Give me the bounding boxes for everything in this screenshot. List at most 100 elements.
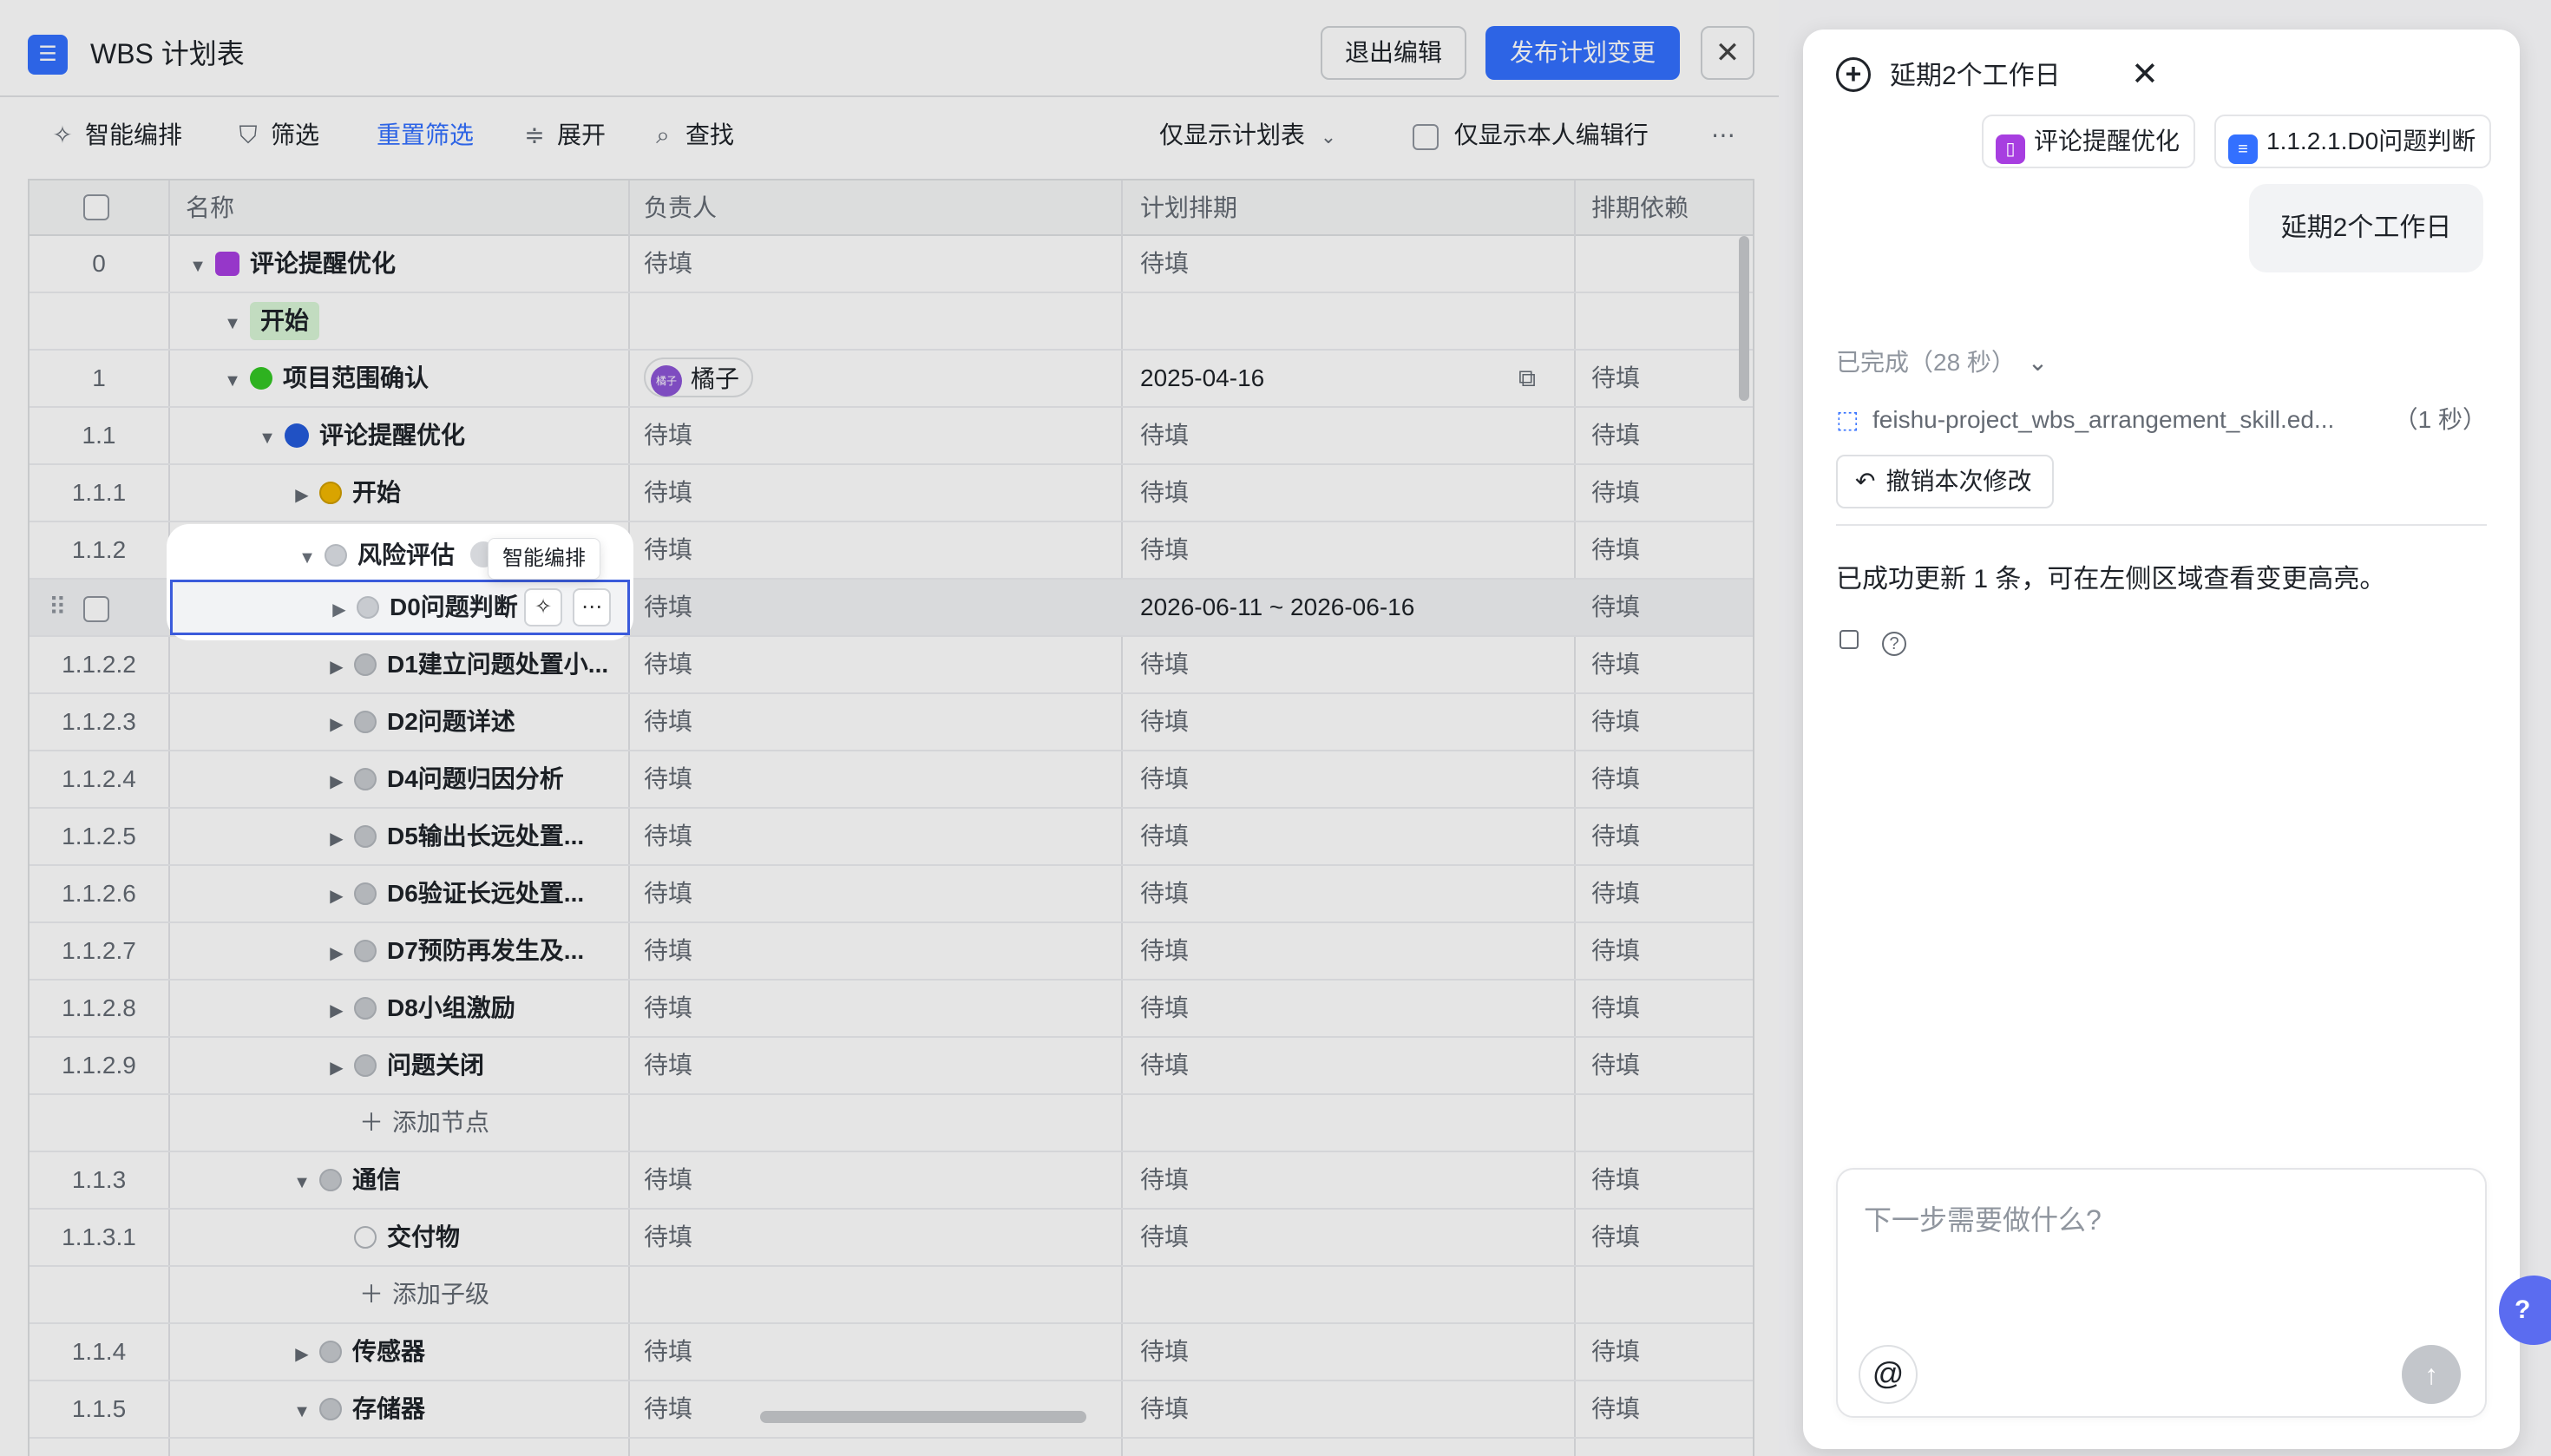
row-owner[interactable]: 待填 [644,637,1112,692]
row-owner[interactable]: 待填 [644,1152,1112,1208]
row-dependency[interactable]: 待填 [1591,809,1748,864]
row-schedule[interactable]: 待填 [1140,1210,1574,1265]
find-button[interactable]: ⌕ 查找 [647,116,734,154]
caret-right-icon[interactable]: ▶ [290,468,314,521]
row-owner[interactable]: 待填 [644,522,1112,578]
row-owner[interactable]: 待填 [644,809,1112,864]
close-icon[interactable]: ✕ [1701,26,1754,80]
more-icon[interactable]: ⋯ [573,588,611,626]
drag-handle-icon[interactable]: ⠿ [49,580,75,635]
row-name[interactable]: ▼ 项目范围确认 [220,351,689,406]
mention-icon[interactable]: @ [1859,1345,1918,1404]
exit-edit-button[interactable]: 退出编辑 [1321,26,1466,80]
table-row[interactable]: 1.1.1 ▶ 开始 待填 待填 待填 [30,465,1753,522]
caret-down-icon[interactable]: ▼ [290,1155,314,1208]
row-schedule[interactable]: 待填 [1140,236,1574,292]
col-owner[interactable]: 负责人 [644,180,717,236]
row-schedule[interactable]: 待填 [1140,923,1574,979]
caret-right-icon[interactable]: ▶ [325,869,349,921]
undo-button[interactable]: ↶ 撤销本次修改 [1836,455,2055,508]
close-icon[interactable]: ✕ [2131,56,2159,94]
row-owner[interactable]: 待填 [644,923,1112,979]
row-dependency[interactable]: 待填 [1591,751,1748,807]
table-row[interactable]: 1.1.2.3 ▶ D2问题详述 待填 待填 待填 [30,694,1753,751]
table-row[interactable]: 1.1.2.9 ▶ 问题关闭 待填 待填 待填 [30,1038,1753,1095]
row-name[interactable]: ▼ 评论提醒优化 [186,236,654,292]
row-dependency[interactable]: 待填 [1591,1324,1748,1380]
status-toggle[interactable]: 已完成（28 秒） ⌄ [1836,345,2048,380]
add-child-button[interactable]: ＋ 添加子级 [359,1267,828,1322]
row-dependency[interactable]: 待填 [1591,1038,1748,1093]
row-dependency[interactable]: 待填 [1591,923,1748,979]
row-dependency[interactable]: 待填 [1591,866,1748,921]
caret-right-icon[interactable]: ▶ [325,983,349,1036]
row-name[interactable]: ▶ D4问题归因分析 [325,751,628,807]
row-checkbox[interactable] [83,580,115,635]
caret-down-icon[interactable]: ▼ [290,1384,314,1437]
row-schedule[interactable]: 待填 [1140,1381,1574,1437]
row-schedule[interactable]: 待填 [1140,751,1574,807]
help-icon[interactable]: ? [1881,628,1907,656]
more-icon[interactable]: ⋯ [1711,116,1735,154]
row-dependency[interactable]: 待填 [1591,1381,1748,1437]
row-dependency[interactable]: 待填 [1591,694,1748,750]
table-row[interactable]: ▼ 开始 [30,293,1753,351]
row-owner[interactable]: 待填 [644,981,1112,1036]
row-name[interactable]: ▶ D8小组激励 [325,981,628,1036]
row-dependency[interactable]: 待填 [1591,981,1748,1036]
reset-filter-button[interactable]: 重置筛选 [377,116,474,154]
row-owner[interactable]: 待填 [644,866,1112,921]
table-row[interactable]: 1.1.4 ▶ 传感器 待填 待填 待填 [30,1324,1753,1381]
table-row[interactable]: 1.1.2.8 ▶ D8小组激励 待填 待填 待填 [30,981,1753,1038]
col-schedule[interactable]: 计划排期 [1140,180,1237,236]
row-name[interactable]: ▼ 风险评估 [295,536,496,574]
table-row[interactable]: 1.1.2.4 ▶ D4问题归因分析 待填 待填 待填 [30,751,1753,809]
owner-chip[interactable]: 橘子 橘子 [644,357,754,397]
context-chip-project[interactable]: ▯ 评论提醒优化 [1982,115,2196,168]
horizontal-scrollbar[interactable] [760,1411,1086,1423]
caret-right-icon[interactable]: ▶ [325,639,349,692]
add-node-row[interactable]: ＋ 添加节点 [30,1095,1753,1152]
filter-button[interactable]: ⛉ 筛选 [233,116,319,154]
caret-right-icon[interactable]: ▶ [325,926,349,979]
smart-arrange-icon[interactable]: ✧ [524,588,562,626]
row-name[interactable]: ▶ 问题关闭 [325,1038,628,1093]
skill-call[interactable]: ⬚ feishu-project_wbs_arrangement_skill.ed… [1836,403,2487,437]
link-icon[interactable]: ⧉ [1518,351,1553,406]
row-schedule[interactable]: 待填 [1140,465,1574,521]
select-all-checkbox[interactable] [83,194,115,222]
row-schedule[interactable]: 待填 [1140,809,1574,864]
row-name[interactable]: ▶ D6验证长远处置... [325,866,628,921]
add-node-button[interactable]: ＋ 添加节点 [359,1095,828,1151]
row-dependency[interactable]: 待填 [1591,522,1748,578]
row-owner[interactable]: 待填 [644,408,1112,463]
caret-right-icon[interactable]: ▶ [325,697,349,750]
row-dependency[interactable]: 待填 [1591,1210,1748,1265]
col-dependency[interactable]: 排期依赖 [1591,180,1689,236]
row-owner[interactable]: 待填 [644,1381,1112,1437]
caret-down-icon[interactable]: ▼ [220,296,245,349]
row-name[interactable]: ▶ D7预防再发生及... [325,923,628,979]
table-row[interactable]: 1.1.2.6 ▶ D6验证长远处置... 待填 待填 待填 [30,866,1753,923]
row-dependency[interactable] [1591,236,1748,292]
row-owner[interactable]: 待填 [644,1324,1112,1380]
row-schedule[interactable]: 待填 [1140,1152,1574,1208]
row-owner[interactable]: 待填 [644,1210,1112,1265]
caret-down-icon[interactable]: ▼ [186,239,210,292]
chat-input[interactable] [1864,1194,2462,1246]
smart-arrange-button[interactable]: ✧ 智能编排 [47,116,182,154]
row-name[interactable]: ▼ 开始 [220,293,689,349]
table-row[interactable]: 1.1.3 ▼ 通信 待填 待填 待填 [30,1152,1753,1210]
row-name[interactable]: ▶ D2问题详述 [325,694,628,750]
row-owner[interactable]: 待填 [644,580,1112,635]
table-row[interactable]: 0 ▼ 评论提醒优化 待填 待填 [30,236,1753,293]
row-schedule[interactable]: 2026-06-11 ~ 2026-06-16 [1140,580,1574,635]
row-schedule[interactable]: 待填 [1140,866,1574,921]
caret-right-icon[interactable]: ▶ [290,1327,314,1380]
view-select[interactable]: 仅显示计划表 ⌄ [1159,116,1336,154]
caret-right-icon[interactable]: ▶ [325,1040,349,1093]
add-child-row[interactable]: ＋ 添加子级 [30,1267,1753,1324]
own-rows-toggle[interactable]: 仅显示本人编辑行 [1413,116,1649,154]
row-owner[interactable]: 待填 [644,465,1112,521]
row-owner[interactable]: 待填 [644,694,1112,750]
